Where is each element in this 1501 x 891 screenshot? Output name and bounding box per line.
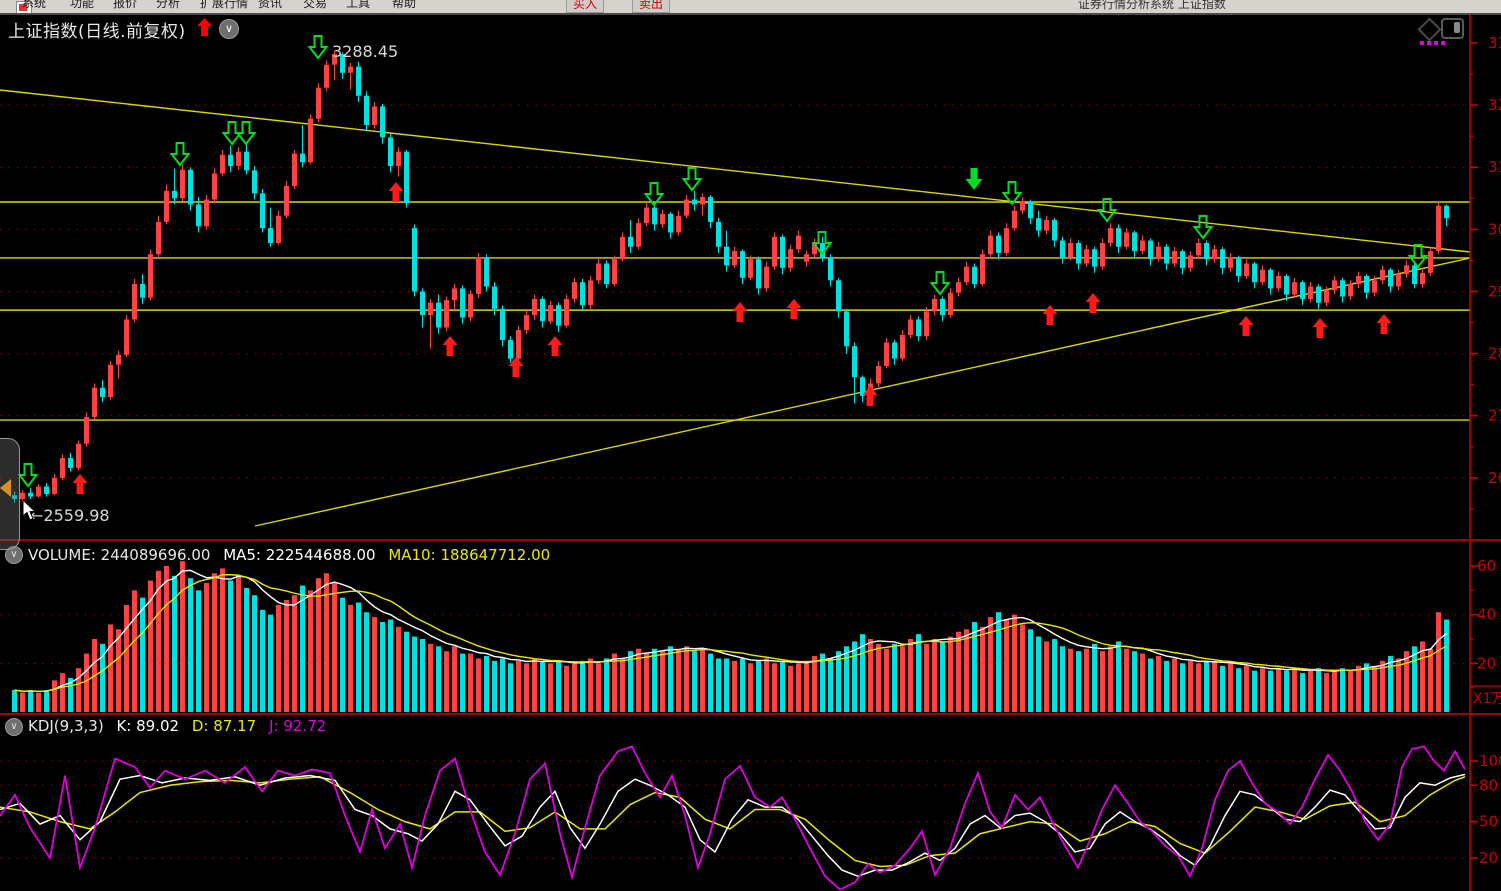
window-layout-icon[interactable] (1441, 18, 1464, 39)
volume-ma10-label: MA10: (388, 546, 435, 564)
svg-text:20: 20 (1477, 654, 1496, 672)
kdj-d-label: D: (192, 717, 209, 735)
svg-text:3300: 3300 (1488, 34, 1501, 52)
menu-item[interactable]: 资讯 (258, 0, 282, 11)
svg-text:2600: 2600 (1488, 469, 1501, 487)
trading-terminal-window: 系统 功能 报价 分析 扩展行情资讯 交易 工具 帮助 买入 卖出 证券行情分析系统 上证指数 3… (0, 0, 1501, 891)
chevron-down-icon[interactable]: ∨ (219, 19, 239, 39)
menu-item[interactable]: 系统 (22, 0, 46, 11)
volume-ma5-value: 222544688.00 (266, 546, 376, 564)
volume-value: 244089696.00 (101, 546, 211, 564)
left-panel-handle[interactable] (0, 438, 20, 550)
volume-label: VOLUME: (28, 546, 96, 564)
kdj-d-value: 87.17 (213, 717, 256, 735)
volume-ma5-label: MA5: (223, 546, 261, 564)
volume-ma10-value: 188647712.00 (440, 546, 550, 564)
chart-title: 上证指数(日线.前复权) (8, 17, 186, 42)
svg-text:20: 20 (1479, 849, 1498, 867)
mouse-cursor (22, 500, 40, 522)
svg-text:60: 60 (1477, 557, 1496, 575)
kdj-k-value: 89.02 (136, 717, 179, 735)
menu-bar: 系统 功能 报价 分析 扩展行情资讯 交易 工具 帮助 买入 卖出 证券行情分析系统 上证指数 (0, 0, 1501, 14)
window-layout-icon-bar (1454, 22, 1460, 33)
svg-text:2800: 2800 (1488, 345, 1501, 363)
menu-item[interactable]: 分析 (156, 0, 180, 11)
svg-text:←2559.98: ←2559.98 (30, 506, 110, 525)
price-up-arrow-icon (197, 18, 212, 36)
menu-item[interactable]: 工具 (346, 0, 370, 11)
kdj-header: KDJ(9,3,3) K: 89.02 D: 87.17 J: 92.72 (28, 717, 326, 735)
volume-header: VOLUME: 244089696.00 MA5: 222544688.00 M… (28, 546, 550, 564)
kdj-collapse-icon[interactable]: ∨ (5, 718, 23, 736)
kdj-j-value: 92.72 (283, 717, 326, 735)
svg-text:80: 80 (1479, 776, 1498, 794)
menu-item[interactable]: 功能 (70, 0, 94, 11)
left-arrow-icon (0, 479, 11, 497)
magenta-dots-icon (1420, 41, 1450, 45)
svg-text:2900: 2900 (1488, 282, 1501, 300)
menu-item[interactable]: 扩展行情 (200, 0, 248, 11)
menu-item[interactable]: 交易 (303, 0, 327, 11)
svg-text:3000: 3000 (1488, 220, 1501, 238)
svg-text:50: 50 (1479, 813, 1498, 831)
svg-text:100: 100 (1479, 752, 1501, 770)
menu-bar-right-text: 证券行情分析系统 上证指数 (1078, 0, 1226, 12)
svg-text:3200: 3200 (1488, 96, 1501, 114)
kdj-j-label: J: (269, 717, 278, 735)
svg-text:2700: 2700 (1488, 407, 1501, 425)
svg-text:3100: 3100 (1488, 158, 1501, 176)
svg-text:X1万: X1万 (1473, 691, 1501, 707)
svg-text:3288.45: 3288.45 (332, 42, 398, 61)
kdj-chart-canvas[interactable]: 100 80 50 20 (0, 715, 1501, 891)
volume-chart-canvas[interactable]: 60 40 20 X1万 (0, 541, 1501, 714)
kdj-k-label: K: (116, 717, 131, 735)
svg-text:40: 40 (1477, 606, 1496, 624)
menu-item-red[interactable]: 卖出 (632, 0, 670, 13)
kdj-label: KDJ(9,3,3) (28, 717, 104, 735)
main-chart-canvas[interactable]: 3288.45 ←2559.98 3300 3200 3100 3000 2900 2800 2… (0, 15, 1501, 540)
menu-item-red[interactable]: 买入 (566, 0, 604, 13)
menu-item[interactable]: 报价 (113, 0, 137, 11)
menu-item[interactable]: 帮助 (392, 0, 416, 11)
